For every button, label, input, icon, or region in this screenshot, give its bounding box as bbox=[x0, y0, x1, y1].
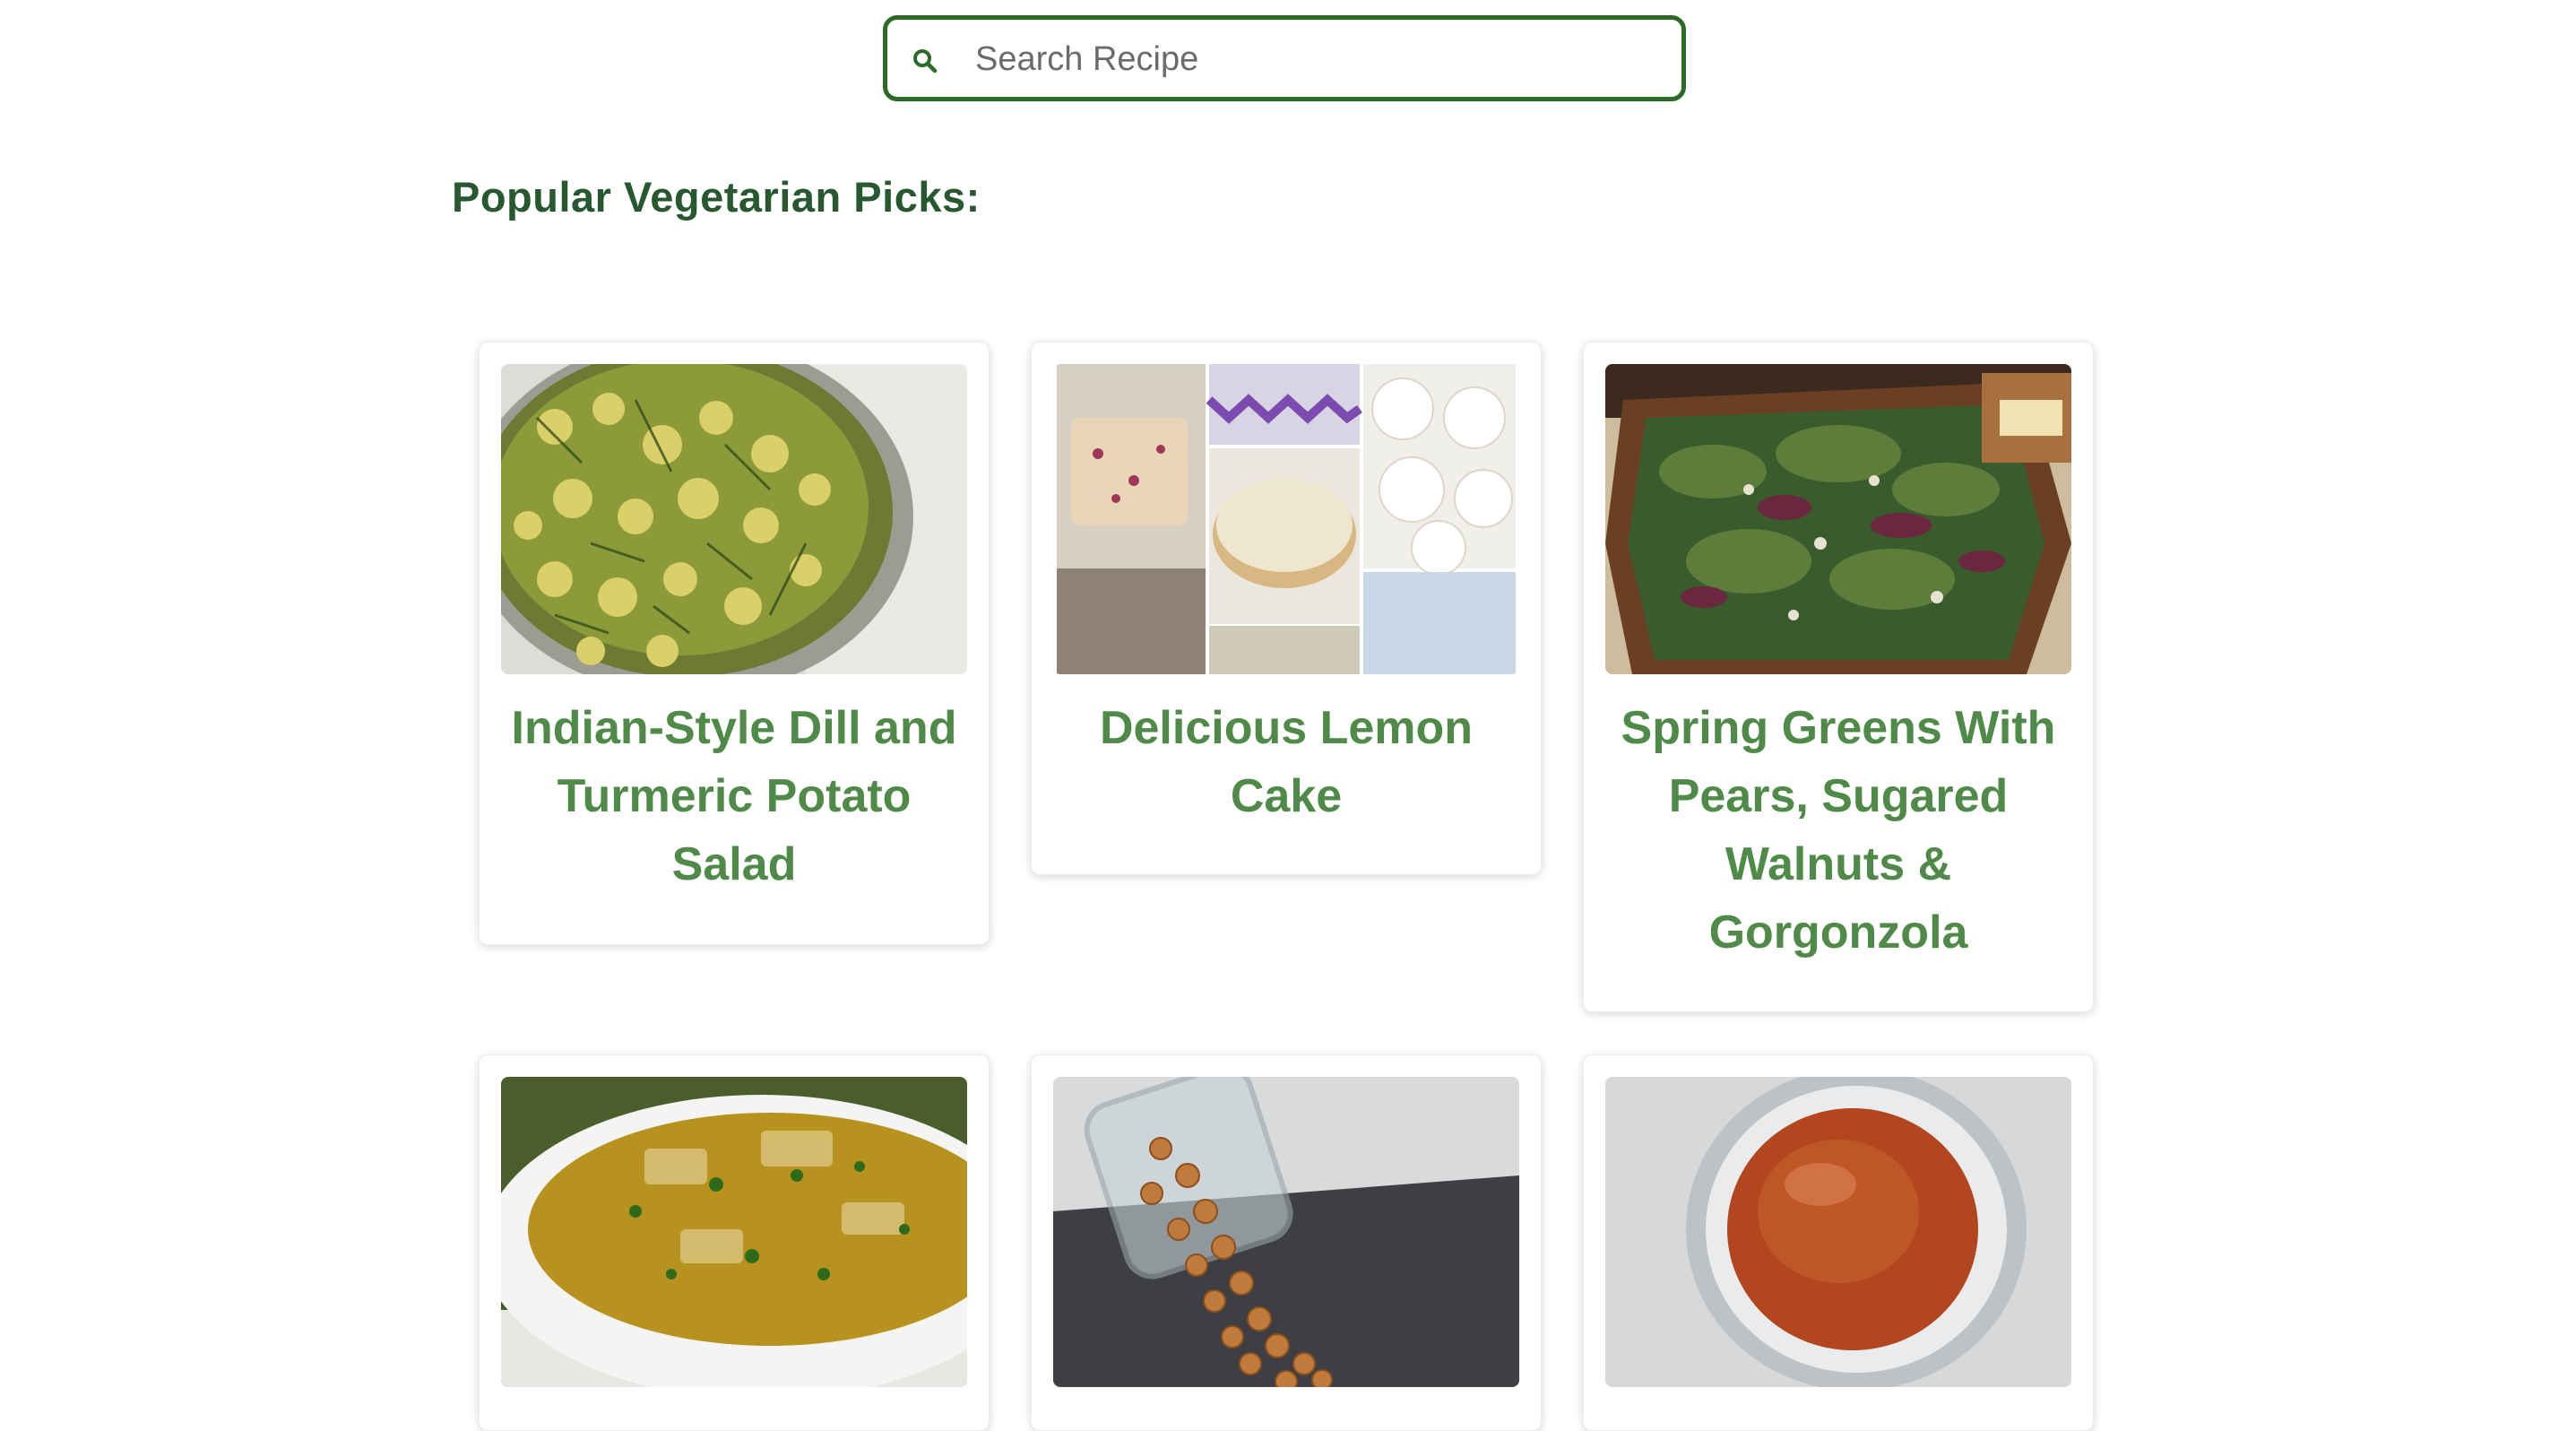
recipe-card[interactable] bbox=[1031, 1054, 1542, 1431]
recipe-card[interactable] bbox=[1583, 1054, 2094, 1431]
search-icon bbox=[913, 49, 938, 74]
recipe-title[interactable]: Delicious Lemon Cake bbox=[1050, 694, 1523, 830]
recipe-card[interactable]: Indian-Style Dill and Turmeric Potato Sa… bbox=[479, 342, 990, 945]
recipe-image bbox=[1605, 1077, 2071, 1387]
recipe-card[interactable]: Delicious Lemon Cake bbox=[1031, 342, 1542, 875]
recipe-image bbox=[1053, 364, 1519, 674]
recipe-title[interactable]: Spring Greens With Pears, Sugared Walnut… bbox=[1602, 694, 2075, 967]
recipe-image bbox=[501, 364, 967, 674]
section-title: Popular Vegetarian Picks: bbox=[452, 173, 981, 221]
recipe-card[interactable]: Spring Greens With Pears, Sugared Walnut… bbox=[1583, 342, 2094, 1012]
search-input[interactable] bbox=[973, 30, 1667, 88]
recipe-image bbox=[1605, 364, 2071, 674]
recipe-title[interactable]: Indian-Style Dill and Turmeric Potato Sa… bbox=[497, 694, 971, 898]
recipe-image bbox=[1053, 1077, 1519, 1387]
search-box[interactable] bbox=[883, 15, 1686, 101]
recipe-card[interactable] bbox=[479, 1054, 990, 1431]
recipe-image bbox=[501, 1077, 967, 1387]
